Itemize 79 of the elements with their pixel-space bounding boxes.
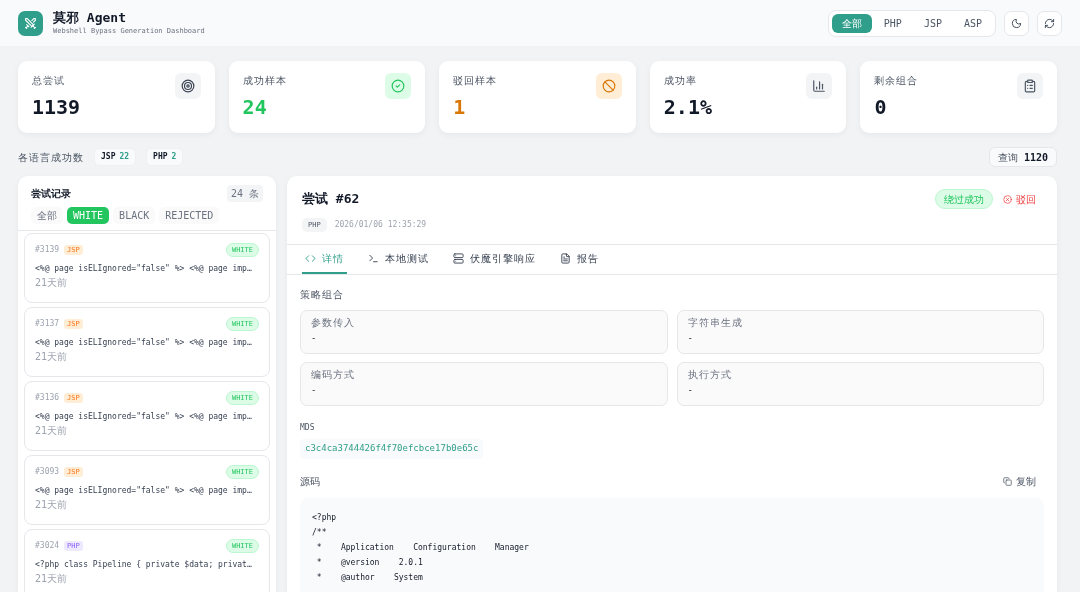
- terminal-icon: [368, 253, 379, 264]
- language-count-chip: JSP 22: [94, 148, 137, 166]
- stat-value: 1139: [32, 94, 81, 121]
- record-id: #3137: [35, 318, 60, 330]
- record-id: #3139: [35, 244, 60, 256]
- language-success-label: 各语言成功数: [18, 150, 84, 165]
- detail-title: 尝试 #62: [302, 190, 361, 208]
- record-time: 21天前: [35, 277, 69, 289]
- strategy-label: 编码方式: [311, 369, 356, 381]
- filter-tab[interactable]: 全部: [31, 207, 63, 224]
- stat-label: 成功样本: [242, 74, 287, 88]
- reject-button[interactable]: 驳回: [1003, 189, 1042, 209]
- copy-icon: [1003, 476, 1012, 486]
- strategy-label: 字符串生成: [687, 317, 744, 329]
- stat-label: 驳回样本: [453, 74, 498, 88]
- strategy-label: 执行方式: [687, 369, 733, 381]
- query-count-chip: 查询 1120: [988, 147, 1057, 167]
- strategy-value: -: [687, 332, 694, 345]
- stat-label: 总尝试: [32, 74, 66, 88]
- record-snippet: <?php class Pipeline { private $data; privat…: [35, 559, 253, 571]
- code-line: * Application Configuration Manager: [315, 541, 529, 554]
- records-count: 24 条: [226, 185, 263, 202]
- record-id: #3093: [35, 466, 60, 478]
- source-label: 源码: [300, 474, 320, 489]
- stat-label: 成功率: [663, 74, 698, 88]
- strategy-label: 参数传入: [311, 317, 356, 329]
- code-line: <?php: [312, 511, 337, 524]
- record-id: #3024: [35, 540, 60, 552]
- detail-tab[interactable]: 报告: [557, 245, 602, 274]
- md5-value: c3c4ca3744426f4f70efcbce17b0e65c: [300, 439, 484, 459]
- result-badge: 绕过成功: [935, 189, 993, 209]
- stat-label: 剩余组合: [874, 74, 919, 88]
- stat-value: 1: [453, 94, 467, 121]
- document-icon: [560, 253, 571, 264]
- theme-button[interactable]: [1004, 10, 1029, 36]
- target-icon: [174, 73, 201, 99]
- code-icon: [305, 253, 316, 264]
- record-time: 21天前: [35, 573, 69, 585]
- record-snippet: <%@ page isELIgnored="false" %> <%@ page imp…: [35, 485, 253, 497]
- records-title: 尝试记录: [31, 187, 71, 201]
- strategy-value: -: [687, 384, 694, 397]
- timestamp: 2026/01/06 12:35:29: [334, 218, 427, 231]
- app-title: 莫邪 Agent: [53, 10, 127, 26]
- strategy-value: -: [311, 332, 318, 345]
- language-count-chip: PHP 2: [146, 148, 184, 166]
- section-title: 策略组合: [300, 288, 345, 302]
- stat-value: 0: [874, 94, 888, 121]
- bar-chart-icon: [806, 73, 833, 99]
- record-snippet: <%@ page isELIgnored="false" %> <%@ page imp…: [35, 337, 253, 349]
- language-tab[interactable]: ASP: [953, 13, 992, 33]
- close-icon: [1003, 194, 1012, 204]
- language-tab[interactable]: JSP: [913, 13, 952, 33]
- stat-value: 24: [242, 94, 268, 121]
- detail-tab[interactable]: 伏魔引擎响应: [450, 245, 539, 274]
- code-line: * @author System: [315, 571, 423, 584]
- record-snippet: <%@ page isELIgnored="false" %> <%@ page imp…: [35, 411, 253, 423]
- stat-value: 2.1%: [663, 94, 712, 121]
- clipboard-icon: [1017, 73, 1043, 99]
- refresh-icon: [1044, 17, 1055, 29]
- code-line: /**: [312, 526, 327, 539]
- detail-tab[interactable]: 详情: [302, 245, 347, 274]
- strategy-value: -: [311, 384, 318, 397]
- ban-icon: [595, 73, 622, 99]
- moon-icon: [1011, 17, 1022, 29]
- copy-button[interactable]: 复制: [1003, 473, 1044, 489]
- code-line: * @version 2.0.1: [315, 556, 423, 569]
- detail-tab[interactable]: 本地测试: [365, 245, 432, 274]
- record-time: 21天前: [35, 351, 69, 363]
- record-time: 21天前: [35, 425, 69, 437]
- language-tab[interactable]: PHP: [873, 13, 912, 33]
- record-id: #3136: [35, 392, 60, 404]
- filter-tab[interactable]: REJECTED: [159, 207, 220, 224]
- refresh-button[interactable]: [1037, 10, 1062, 36]
- record-snippet: <%@ page isELIgnored="false" %> <%@ page imp…: [35, 263, 253, 275]
- logo-icon: [18, 10, 43, 36]
- record-time: 21天前: [35, 499, 69, 511]
- md5-label: MDS: [300, 422, 316, 434]
- server-icon: [453, 253, 464, 264]
- filter-tab[interactable]: BLACK: [113, 207, 156, 224]
